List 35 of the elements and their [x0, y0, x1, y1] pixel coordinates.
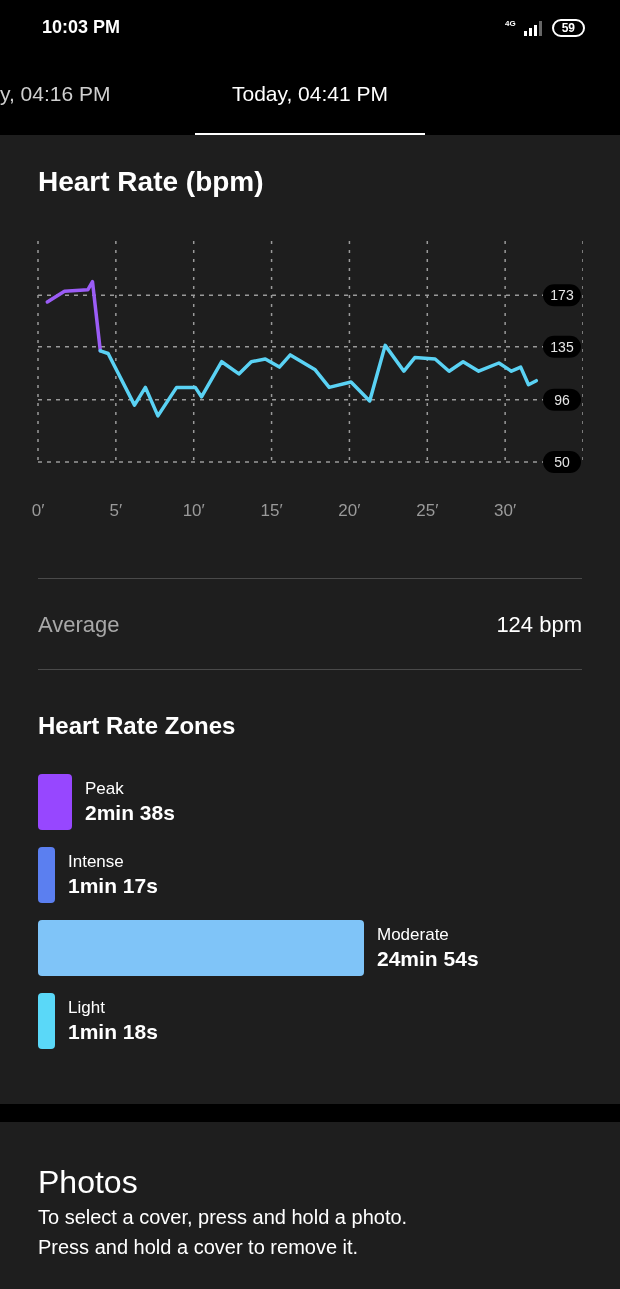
signal-icon [523, 19, 544, 36]
axis-label: 10′ [182, 501, 205, 520]
zone-time: 1min 18s [68, 1019, 158, 1045]
average-label: Average [38, 610, 120, 639]
zone-name: Moderate [377, 924, 450, 946]
axis-label: 15′ [260, 501, 283, 520]
axis-label: 20′ [338, 501, 361, 520]
axis-label: 96 [543, 388, 581, 411]
axis-label: 5′ [109, 501, 123, 520]
zone-name: Intense [68, 851, 125, 873]
battery-level: 59 [551, 18, 585, 37]
zone-time: 2min 38s [85, 800, 175, 826]
section-title: Photos [38, 1163, 139, 1202]
y-tick-label: 173 [550, 287, 574, 304]
axis-label: 135 [543, 335, 581, 358]
y-tick-label: 135 [550, 338, 574, 355]
photos-instructions: To select a cover, press and hold a photo. Press and hold a cover to remove it. [38, 1205, 409, 1260]
axis-label: 30′ [494, 501, 517, 520]
section-title: Heart Rate (bpm) [38, 165, 265, 199]
date-tab[interactable]: y, 04:16 PM [0, 55, 195, 135]
zone-time: 24min 54s [377, 946, 479, 972]
axis-label: 173 [543, 284, 581, 307]
status-time: 10:03 PM [42, 16, 121, 39]
section-title: Heart Rate Zones [38, 711, 237, 741]
axis-label: 0′ [31, 501, 45, 520]
average-value: 124 bpm [496, 610, 582, 639]
axis-label: 25′ [416, 501, 439, 520]
zone-time: 1min 17s [68, 873, 158, 899]
y-tick-label: 96 [554, 391, 570, 408]
y-tick-label: 50 [554, 454, 570, 470]
axis-label: 50 [543, 451, 581, 473]
network-label: 4G [504, 19, 516, 28]
zone-name: Light [68, 997, 106, 1019]
date-tab[interactable]: Today, 04:41 PM [195, 55, 425, 135]
zone-name: Peak [85, 778, 125, 800]
